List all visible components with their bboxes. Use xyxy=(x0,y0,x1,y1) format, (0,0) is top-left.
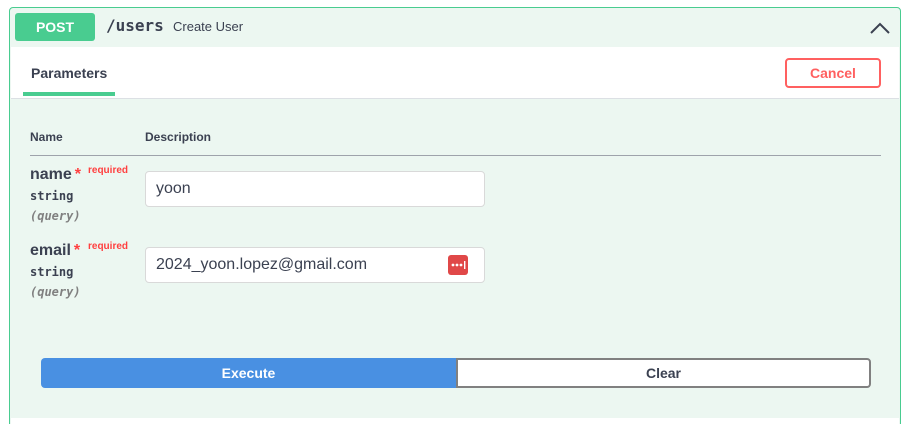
param-type: string xyxy=(30,189,74,203)
param-location: (query) xyxy=(30,209,81,223)
param-name-label: name * xyxy=(30,166,81,184)
name-field xyxy=(145,171,485,207)
param-email-label: email * xyxy=(30,242,80,260)
cancel-button[interactable]: Cancel xyxy=(785,58,881,88)
email-input[interactable] xyxy=(156,248,446,282)
clear-button[interactable]: Clear xyxy=(456,358,871,388)
password-manager-icon[interactable] xyxy=(448,255,468,275)
required-label: required xyxy=(88,241,129,252)
endpoint-path: /users xyxy=(106,16,164,35)
operation-block: POST /users Create User Parameters Cance… xyxy=(9,7,901,424)
column-header-name: Name xyxy=(30,130,63,144)
parameters-section-header: Parameters Cancel xyxy=(11,47,899,99)
param-type: string xyxy=(30,265,74,279)
operation-summary[interactable]: POST /users Create User xyxy=(10,8,900,46)
method-badge: POST xyxy=(15,13,95,41)
required-label: required xyxy=(88,165,129,176)
response-section-edge xyxy=(11,418,899,424)
param-email-text: email xyxy=(30,242,71,259)
tab-parameters[interactable]: Parameters xyxy=(23,47,115,96)
name-input[interactable] xyxy=(156,172,446,206)
param-name-text: name xyxy=(30,166,72,183)
header-divider xyxy=(30,155,881,156)
chevron-up-icon[interactable] xyxy=(868,16,892,40)
tab-parameters-label: Parameters xyxy=(31,65,108,81)
required-star: * xyxy=(73,242,81,259)
required-star: * xyxy=(74,166,82,183)
operation-summary-text: Create User xyxy=(173,19,244,34)
column-header-description: Description xyxy=(145,130,212,144)
param-location: (query) xyxy=(30,285,81,299)
execute-button[interactable]: Execute xyxy=(41,358,456,388)
email-field xyxy=(145,247,485,283)
